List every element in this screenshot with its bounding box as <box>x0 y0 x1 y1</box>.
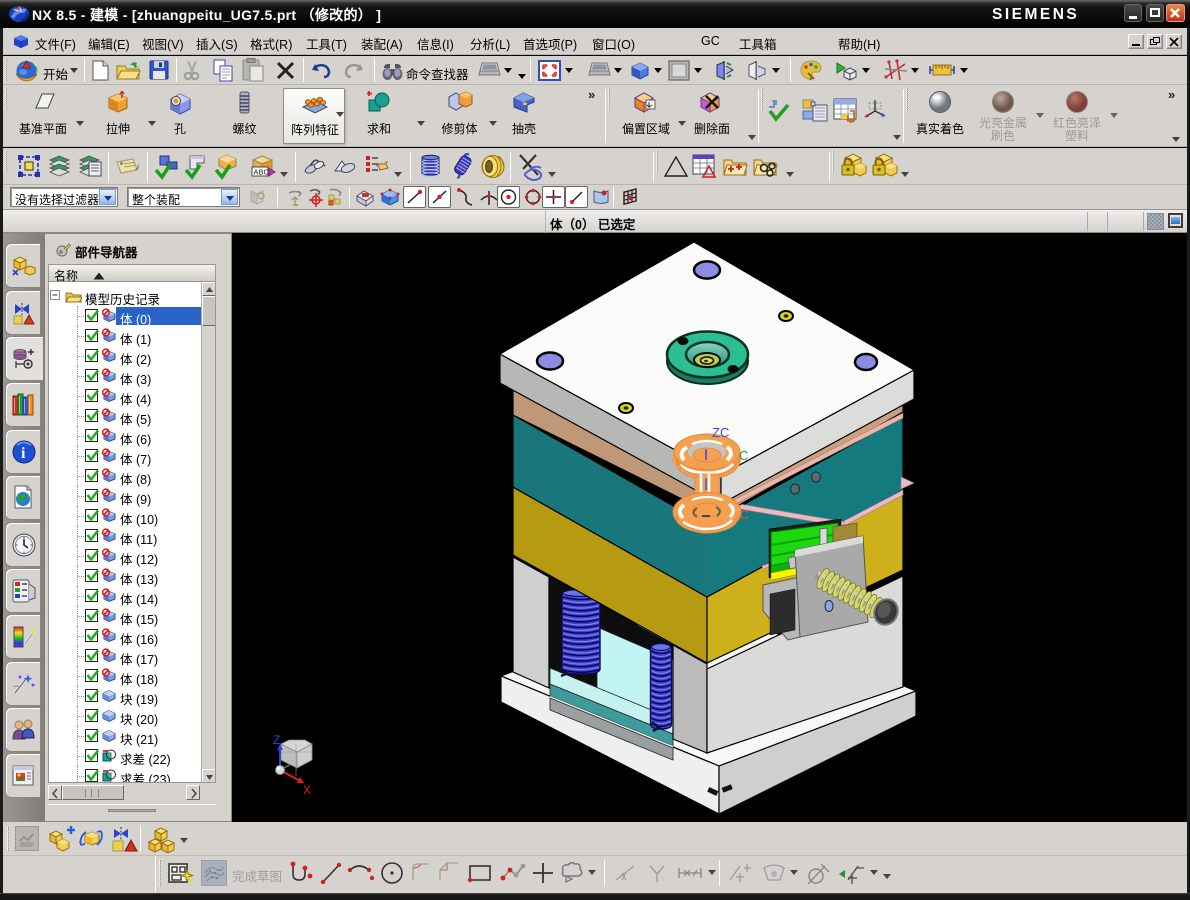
svg-text:C: C <box>739 448 748 463</box>
svg-text:ZC: ZC <box>712 425 729 440</box>
svg-text:Z: Z <box>273 733 280 747</box>
svg-text:C: C <box>740 508 749 522</box>
svg-text:X: X <box>303 783 311 797</box>
svg-text:i: i <box>21 445 26 462</box>
svg-text:ABC: ABC <box>254 168 270 177</box>
